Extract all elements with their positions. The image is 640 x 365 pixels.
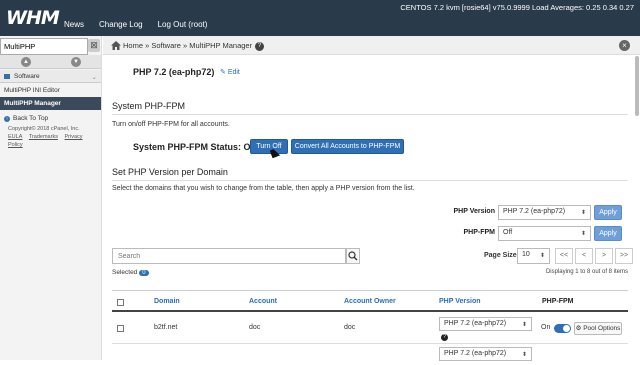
fpm-heading: System PHP-FPM [112, 101, 186, 111]
sidebar-collapse-controls: ▲ ▼ [0, 55, 101, 69]
page-size-select[interactable]: 10 ⬍ [517, 248, 550, 264]
search-icon [348, 251, 358, 261]
php-version-select[interactable]: PHP 7.2 (ea-php72) ⬍ [498, 205, 591, 220]
divider [112, 180, 628, 181]
divider [112, 114, 628, 115]
nav-news[interactable]: News [64, 20, 84, 29]
pool-options-button[interactable]: ⚙ Pool Options [574, 322, 622, 335]
copyright: Copyright© 2018 cPanel, Inc. EULA Tradem… [8, 125, 98, 149]
back-to-top-label: Back To Top [13, 115, 49, 122]
help-icon[interactable]: ? [255, 41, 265, 51]
sidebar-search-input[interactable] [0, 38, 88, 55]
table-row: b2tf.net doc doc PHP 7.2 (ea-php72) ⬍ ? O… [112, 314, 628, 344]
prev-page-button[interactable]: < [575, 248, 593, 264]
trademarks-link[interactable]: Trademarks [29, 134, 58, 140]
breadcrumb: Home » Software » MultiPHP Manager? [123, 41, 265, 51]
th-domain[interactable]: Domain [154, 298, 180, 305]
sidebar: ⊠ ▲ ▼ Software ⌄ MultiPHP INI Editor Mul… [0, 36, 102, 360]
selected-badge: 0 [139, 270, 149, 276]
table-header: Domain Account Account Owner PHP Version… [112, 290, 628, 312]
sidebar-item-multiphp-manager[interactable]: MultiPHP Manager [0, 97, 101, 110]
php-fpm-select-value: Off [503, 229, 513, 236]
setver-heading: Set PHP Version per Domain [112, 167, 228, 177]
collapse-all-icon[interactable]: ▼ [71, 57, 81, 67]
home-icon[interactable] [111, 41, 121, 50]
caret-icon: ⬍ [580, 210, 586, 216]
system-php-version: PHP 7.2 (ea-php72) [133, 67, 215, 77]
nav-change-log[interactable]: Change Log [99, 20, 143, 29]
expand-all-icon[interactable]: ▲ [21, 57, 31, 67]
caret-icon: ⬍ [521, 322, 527, 328]
cell-fpm-state: On [541, 324, 551, 331]
row-php-version-select[interactable]: PHP 7.2 (ea-php72) ⬍ [439, 347, 532, 361]
sidebar-section-label: Software [14, 73, 40, 80]
last-page-button[interactable]: >> [615, 248, 633, 264]
row-checkbox[interactable] [117, 325, 124, 332]
copyright-text: Copyright© 2018 cPanel, Inc. [8, 126, 80, 132]
row-php-version-value: PHP 7.2 (ea-php72) [444, 320, 507, 327]
pool-options-label: Pool Options [583, 325, 621, 332]
selected-count: Selected 0 [112, 269, 149, 276]
apply-php-fpm-button[interactable]: Apply [594, 226, 622, 241]
clear-search-icon[interactable]: ⊠ [88, 39, 100, 52]
first-page-button[interactable]: << [555, 248, 573, 264]
domain-search-input[interactable] [112, 248, 346, 264]
th-account-owner[interactable]: Account Owner [344, 298, 396, 305]
search-button[interactable] [346, 248, 360, 264]
cell-domain: b2tf.net [154, 324, 178, 331]
php-version-select-value: PHP 7.2 (ea-php72) [503, 208, 566, 215]
main-content: PHP 7.2 (ea-php72) ✎ Edit System PHP-FPM… [103, 55, 640, 361]
select-all-checkbox[interactable] [117, 299, 124, 306]
software-icon [4, 73, 10, 79]
fpm-description: Turn on/off PHP-FPM for all accounts. [112, 121, 230, 128]
row-php-version-value: PHP 7.2 (ea-php72) [444, 350, 507, 357]
apply-php-version-button[interactable]: Apply [594, 205, 622, 220]
th-php-fpm: PHP-FPM [542, 298, 574, 305]
breadcrumb-bar: Home » Software » MultiPHP Manager? × [103, 36, 640, 55]
sidebar-search: ⊠ [0, 38, 101, 55]
caret-icon: ⬍ [580, 231, 586, 237]
page-size-value: 10 [522, 251, 530, 258]
turn-off-button[interactable]: Turn Off [250, 139, 288, 154]
php-fpm-select[interactable]: Off ⬍ [498, 226, 591, 241]
scrollbar[interactable] [635, 56, 639, 116]
sidebar-section-software[interactable]: Software ⌄ [0, 70, 101, 83]
system-info: CENTOS 7.2 kvm [rosie64] v75.0.9999 Load… [400, 3, 634, 12]
close-icon[interactable]: × [619, 40, 630, 51]
row-php-version-select[interactable]: PHP 7.2 (ea-php72) ⬍ [439, 317, 532, 331]
page-size-label: Page Size [484, 252, 517, 259]
whm-logo[interactable]: WHM [6, 7, 60, 29]
cell-account: doc [249, 324, 261, 331]
fpm-toggle[interactable] [554, 324, 571, 333]
caret-icon: ⬍ [539, 253, 545, 259]
arrow-up-icon: ↑ [4, 116, 10, 122]
breadcrumb-path[interactable]: Home » Software » MultiPHP Manager [123, 41, 252, 50]
th-account[interactable]: Account [249, 298, 277, 305]
eula-link[interactable]: EULA [8, 134, 22, 140]
fpm-status: System PHP-FPM Status: On [133, 142, 257, 152]
th-php-version[interactable]: PHP Version [439, 298, 481, 305]
php-fpm-label: PHP-FPM [463, 229, 496, 236]
php-version-label: PHP Version [453, 208, 495, 215]
help-icon[interactable]: ? [441, 334, 448, 341]
back-to-top-link[interactable]: ↑ Back To Top [0, 112, 101, 125]
table-row: PHP 7.2 (ea-php72) ⬍ [112, 345, 628, 365]
cell-owner: doc [344, 324, 356, 331]
edit-link[interactable]: ✎ Edit [220, 68, 240, 76]
selected-label: Selected [112, 269, 138, 276]
top-bar: WHM News Change Log Log Out (root) CENTO… [0, 0, 640, 36]
top-nav: News Change Log Log Out (root) [64, 20, 207, 29]
nav-log-out[interactable]: Log Out (root) [158, 20, 208, 29]
sidebar-item-multiphp-ini-editor[interactable]: MultiPHP INI Editor [0, 84, 101, 97]
edit-label: Edit [227, 69, 240, 76]
caret-icon: ⬍ [521, 352, 527, 358]
convert-all-button[interactable]: Convert All Accounts to PHP-FPM [291, 139, 404, 154]
next-page-button[interactable]: > [595, 248, 613, 264]
displaying-info: Displaying 1 to 8 out of 8 items [545, 269, 628, 275]
chevron-down-icon: ⌄ [91, 74, 97, 81]
setver-description: Select the domains that you wish to chan… [112, 185, 415, 192]
